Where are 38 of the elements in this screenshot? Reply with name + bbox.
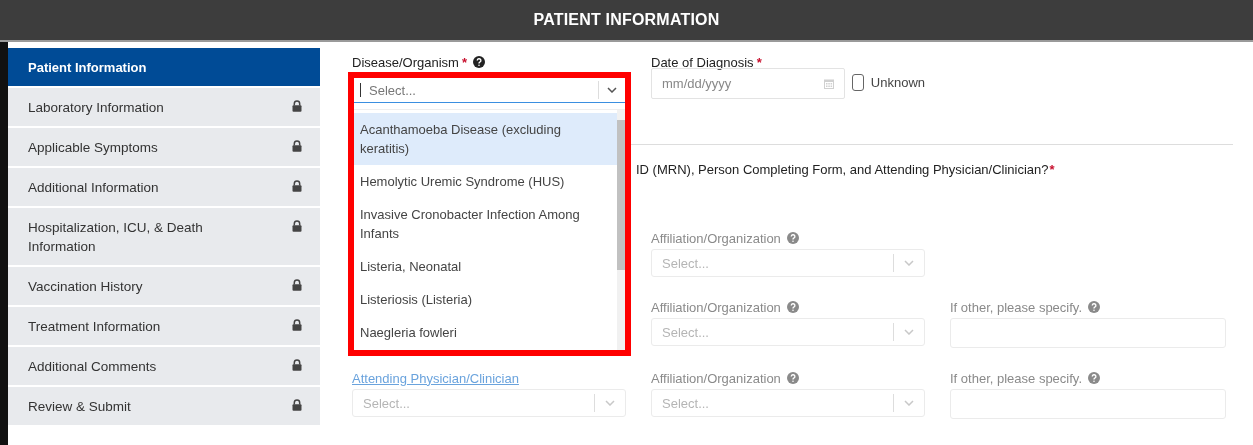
field-label: If other, please specify. (950, 299, 1082, 315)
date-field[interactable]: mm/dd/yyyy (651, 68, 845, 99)
chevron-down-icon (605, 400, 615, 406)
dropdown-option[interactable]: Listeria, Neonatal (354, 250, 617, 283)
question-text: ID (MRN), Person Completing Form, and Attending Physician/Clinician? (636, 161, 1049, 177)
sidebar-item[interactable]: Vaccination History (8, 267, 320, 305)
required-mark: * (1049, 161, 1055, 177)
field-label: Date of Diagnosis (651, 54, 754, 70)
dropdown-option[interactable]: Naegleria fowleri (354, 316, 617, 349)
chevron-down-icon (904, 260, 914, 266)
sidebar-item[interactable]: Patient Information (8, 48, 320, 86)
sidebar-item[interactable]: Additional Comments (8, 347, 320, 385)
checkbox-label: Unknown (870, 75, 925, 90)
sidebar-item[interactable]: Laboratory Information (8, 88, 320, 126)
chevron-down-icon (904, 400, 914, 406)
field-label: Affiliation/Organization (651, 230, 781, 246)
dropdown-option[interactable]: Listeriosis (Listeria) (354, 283, 617, 316)
dropdown-option[interactable]: Hemolytic Uremic Syndrome (HUS) (354, 165, 617, 198)
sidebar-item[interactable]: Additional Information (8, 168, 320, 206)
field-label: Affiliation/Organization (651, 370, 781, 386)
scrollbar[interactable] (617, 110, 625, 350)
required-mark: * (461, 54, 467, 70)
chevron-down-icon (607, 87, 617, 93)
field-label: Affiliation/Organization (651, 299, 781, 315)
field-label: Disease/Organism (352, 54, 459, 70)
sidebar-item[interactable]: Hospitalization, ICU, & Death Information (8, 208, 320, 265)
checkbox[interactable] (851, 74, 864, 91)
chevron-down-icon (904, 329, 914, 335)
sidebar-item[interactable]: Applicable Symptoms (8, 128, 320, 166)
sidebar-item[interactable]: Treatment Information (8, 307, 320, 345)
dropdown-option[interactable]: Acanthamoeba Disease (excluding keratitis) (354, 113, 617, 165)
required-mark: * (756, 54, 762, 70)
sidebar-item[interactable]: Review & Submit (8, 387, 320, 425)
field-label: If other, please specify. (950, 370, 1082, 386)
select-field[interactable]: Select... (354, 78, 625, 103)
calendar-icon (823, 78, 834, 89)
page-title: PATIENT INFORMATION (533, 11, 720, 29)
dropdown-option[interactable]: Invasive Cronobacter Infection Among Infants (354, 198, 617, 250)
